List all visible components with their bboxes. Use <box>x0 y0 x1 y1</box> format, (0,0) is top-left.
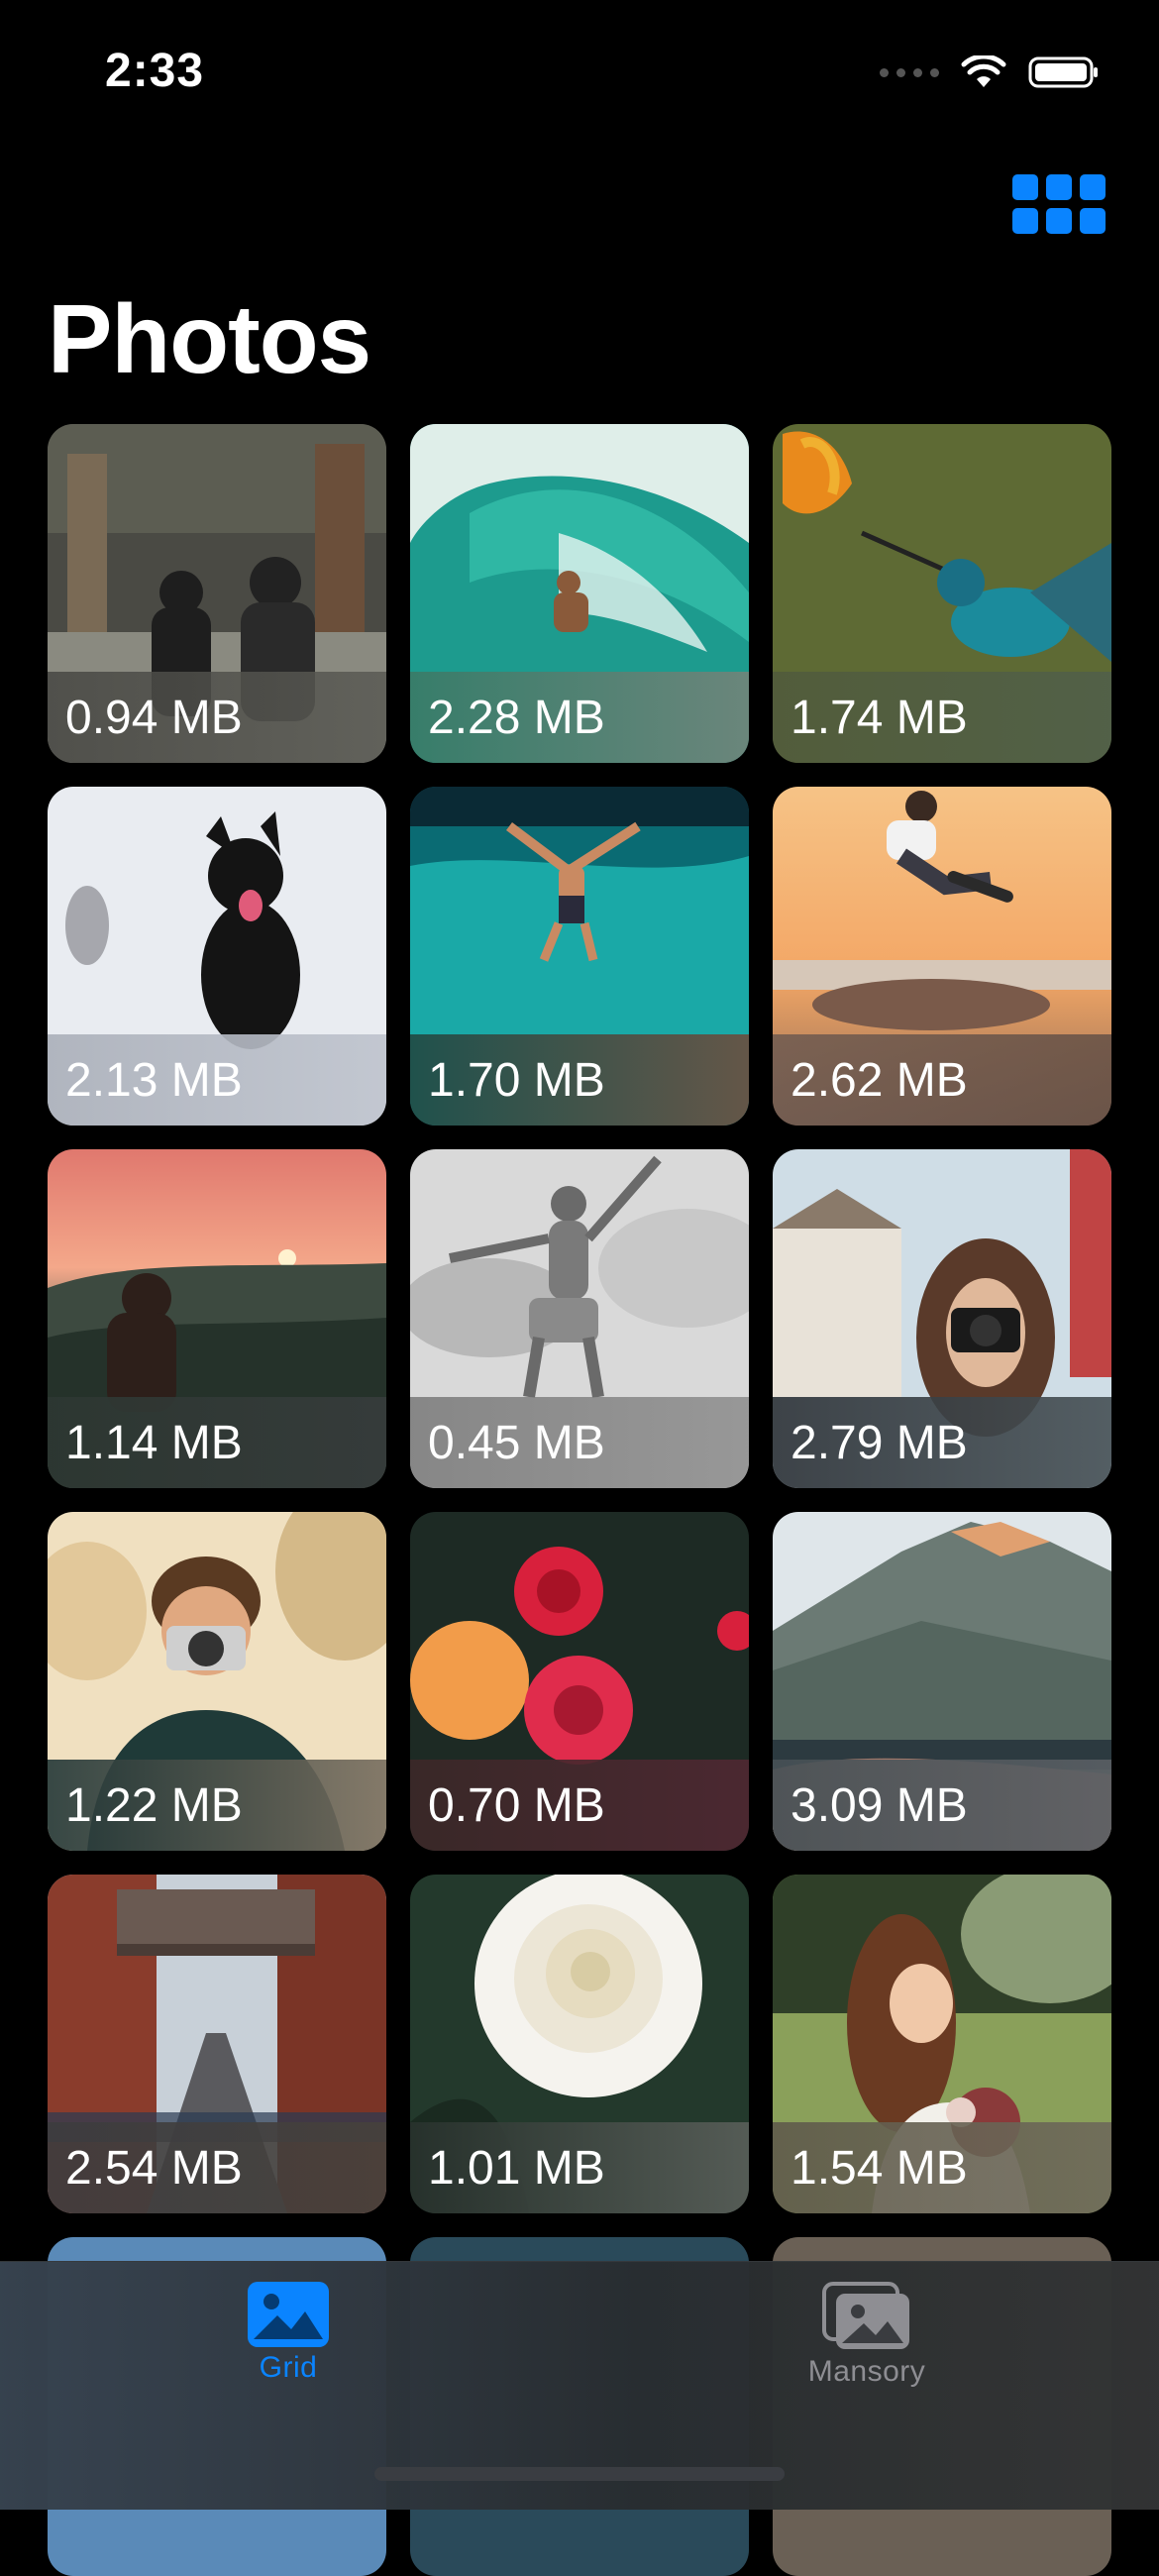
photo-tile[interactable]: 2.54 MB <box>48 1875 386 2213</box>
photo-size-label: 1.74 MB <box>773 672 1111 763</box>
photo-tile[interactable]: 1.74 MB <box>773 424 1111 763</box>
photo-tile[interactable]: 0.94 MB <box>48 424 386 763</box>
cellular-signal-icon <box>880 67 939 77</box>
photo-size-label: 1.70 MB <box>410 1034 749 1126</box>
photo-tile[interactable]: 0.70 MB <box>410 1512 749 1851</box>
photo-tile[interactable]: 2.79 MB <box>773 1149 1111 1488</box>
tab-mansory-label: Mansory <box>807 2355 926 2388</box>
tab-mansory[interactable]: Mansory <box>758 2282 976 2401</box>
photo-size-label: 2.54 MB <box>48 2122 386 2213</box>
tab-grid-label: Grid <box>259 2351 318 2384</box>
photo-size-label: 1.54 MB <box>773 2122 1111 2213</box>
status-indicators <box>880 55 1100 89</box>
photo-size-label: 3.09 MB <box>773 1760 1111 1851</box>
status-bar: 2:33 <box>0 0 1159 149</box>
battery-icon <box>1028 56 1098 88</box>
photo-size-label: 1.22 MB <box>48 1760 386 1851</box>
photo-tile[interactable]: 1.70 MB <box>410 787 749 1126</box>
photo-size-label: 2.62 MB <box>773 1034 1111 1126</box>
photo-tile[interactable]: 2.62 MB <box>773 787 1111 1126</box>
photo-tile[interactable]: 2.28 MB <box>410 424 749 763</box>
photo-tile[interactable]: 1.54 MB <box>773 1875 1111 2213</box>
photo-tile[interactable]: 1.22 MB <box>48 1512 386 1851</box>
photo-size-label: 0.94 MB <box>48 672 386 763</box>
home-indicator <box>374 2467 785 2481</box>
photo-size-label: 1.01 MB <box>410 2122 749 2213</box>
photo-size-label: 2.13 MB <box>48 1034 386 1126</box>
tab-grid[interactable]: Grid <box>179 2282 397 2401</box>
photo-icon <box>248 2282 329 2347</box>
photo-tile[interactable]: 1.01 MB <box>410 1875 749 2213</box>
status-time: 2:33 <box>105 45 205 97</box>
photo-size-label: 1.14 MB <box>48 1397 386 1488</box>
photo-tile[interactable]: 3.09 MB <box>773 1512 1111 1851</box>
page-title: Photos <box>48 284 371 393</box>
photo-tile[interactable]: 2.13 MB <box>48 787 386 1126</box>
grid-view-toggle-button[interactable] <box>1012 174 1106 236</box>
photo-size-label: 2.28 MB <box>410 672 749 763</box>
photo-size-label: 2.79 MB <box>773 1397 1111 1488</box>
photo-tile[interactable]: 0.45 MB <box>410 1149 749 1488</box>
photo-stack-icon <box>822 2282 909 2349</box>
wifi-icon <box>961 55 1006 87</box>
photo-size-label: 0.70 MB <box>410 1760 749 1851</box>
photo-tile[interactable]: 1.14 MB <box>48 1149 386 1488</box>
photo-size-label: 0.45 MB <box>410 1397 749 1488</box>
